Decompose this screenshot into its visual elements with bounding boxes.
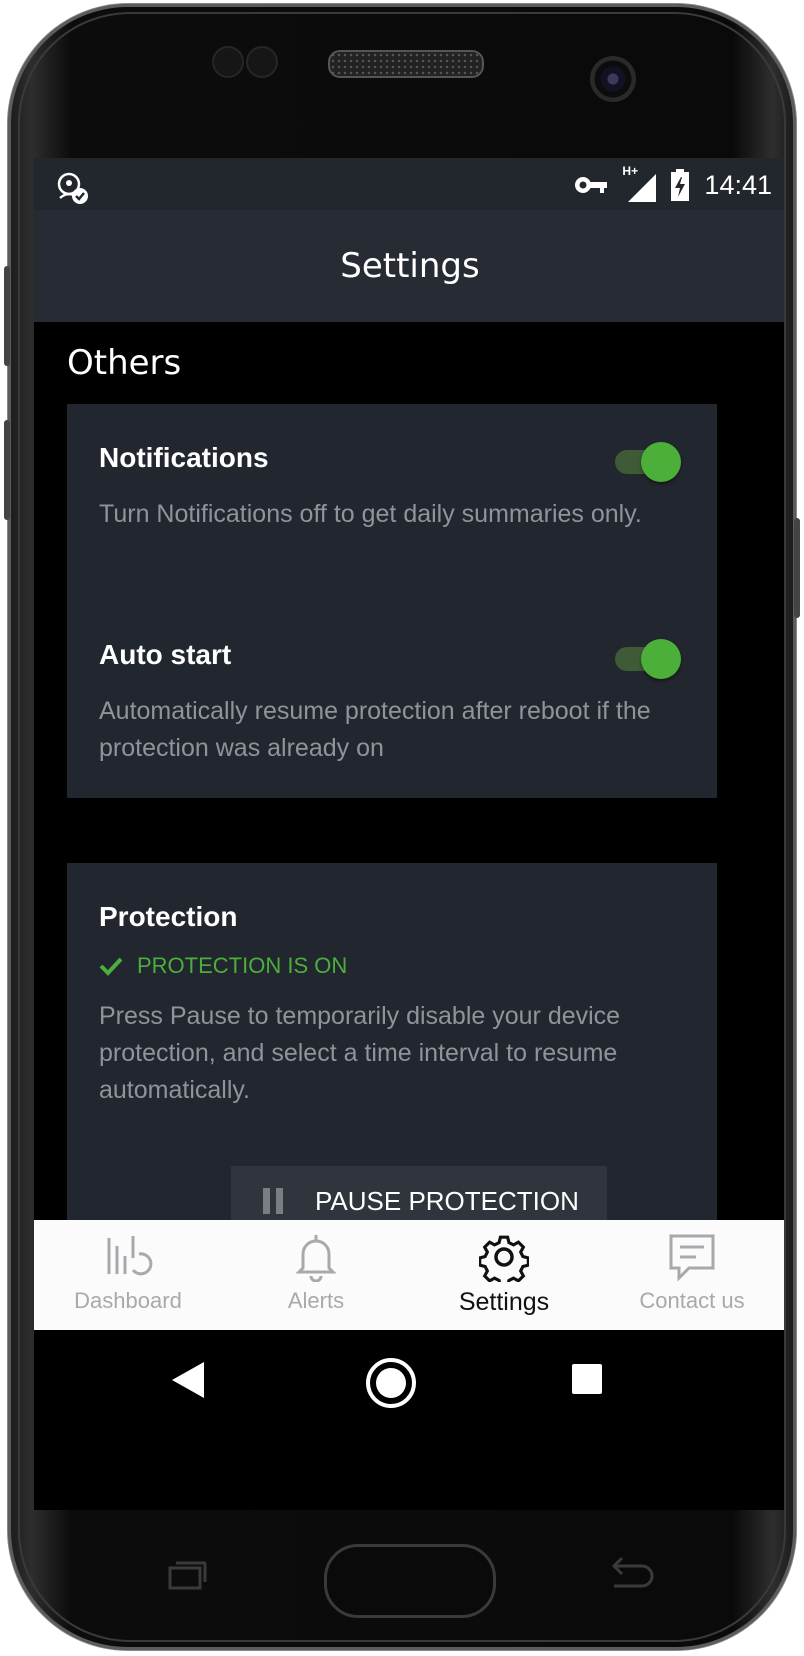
vpn-key-icon — [575, 177, 608, 193]
auto-start-title: Auto start — [99, 639, 232, 670]
device-screen: H+ 14:41 Settings Others Notifications T… — [34, 158, 786, 1510]
auto-start-toggle[interactable] — [613, 639, 681, 679]
protection-description: Press Pause to temporarily disable your … — [99, 1002, 621, 1104]
proximity-sensor — [212, 46, 244, 78]
bell-icon — [295, 1235, 337, 1282]
gear-icon — [479, 1235, 529, 1282]
front-camera — [590, 56, 636, 102]
protection-status: PROTECTION IS ON — [99, 953, 347, 979]
dashboard-icon — [107, 1236, 153, 1276]
nav-label: Contact us — [639, 1288, 745, 1313]
home-icon[interactable] — [366, 1358, 416, 1408]
pause-protection-label: PAUSE PROTECTION — [315, 1185, 579, 1216]
hardware-home-button — [324, 1544, 496, 1618]
protection-status-text: PROTECTION IS ON — [137, 953, 348, 978]
nav-item-settings[interactable]: Settings — [410, 1220, 598, 1330]
nav-label: Dashboard — [74, 1288, 182, 1313]
bottom-navigation: Dashboard Alerts Settings Contact us — [34, 1220, 786, 1330]
app-bar: Settings — [34, 210, 786, 322]
status-bar: H+ 14:41 — [34, 158, 786, 210]
earpiece-speaker — [328, 50, 484, 78]
recent-apps-icon[interactable] — [572, 1364, 602, 1394]
nav-item-contact-us[interactable]: Contact us — [598, 1220, 786, 1330]
signal-icon: H+ — [622, 164, 657, 202]
volume-up-button — [4, 266, 10, 366]
battery-charging-icon — [671, 169, 690, 201]
chat-icon — [669, 1234, 715, 1282]
toggle-thumb — [641, 442, 681, 482]
nav-item-dashboard[interactable]: Dashboard — [34, 1220, 222, 1330]
protection-card: Protection PROTECTION IS ON Press Pause … — [67, 863, 717, 1263]
notifications-toggle[interactable] — [613, 442, 681, 482]
status-time: 14:41 — [704, 169, 772, 200]
page-title: Settings — [340, 246, 480, 286]
protection-title: Protection — [99, 901, 238, 932]
hardware-recent-icon — [168, 1561, 207, 1590]
notifications-title: Notifications — [99, 442, 269, 473]
hardware-back-icon — [611, 1556, 654, 1588]
pause-icon — [263, 1188, 285, 1214]
nav-label: Alerts — [287, 1288, 345, 1313]
nav-label: Settings — [458, 1288, 550, 1316]
system-navigation-bar — [34, 1330, 786, 1430]
light-sensor — [246, 46, 278, 78]
volume-down-button — [4, 420, 10, 520]
others-card: Notifications Turn Notifications off to … — [67, 404, 717, 798]
toggle-thumb — [641, 639, 681, 679]
status-icons: H+ 14:41 — [574, 164, 772, 206]
back-icon[interactable] — [170, 1360, 206, 1400]
power-button — [794, 518, 800, 618]
section-label-others: Others — [67, 343, 182, 383]
auto-start-description: Automatically resume protection after re… — [99, 697, 651, 762]
phone-frame: H+ 14:41 Settings Others Notifications T… — [4, 4, 800, 1650]
checkmark-icon — [99, 957, 123, 976]
notifications-description: Turn Notifications off to get daily summ… — [99, 500, 642, 528]
privacy-app-icon — [57, 172, 88, 204]
nav-item-alerts[interactable]: Alerts — [222, 1220, 410, 1330]
